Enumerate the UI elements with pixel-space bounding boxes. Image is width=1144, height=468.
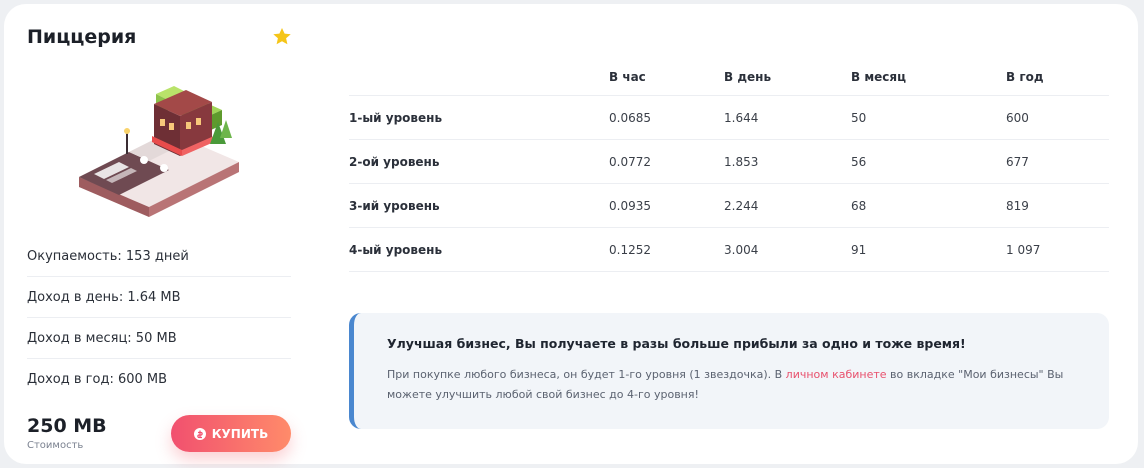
cell-month: 50 [851, 110, 867, 125]
table-row: 2-ой уровень 0.0772 1.853 56 677 [349, 140, 1109, 184]
cell-month: 56 [851, 154, 867, 169]
upgrade-info-box: Улучшая бизнес, Вы получаете в разы боль… [349, 313, 1109, 429]
cell-month: 68 [851, 198, 867, 213]
business-card: Пиццерия Окупаемость: 153 дней Доход в д… [4, 4, 1138, 464]
info-text: При покупке любого бизнеса, он будет 1-г… [387, 365, 1079, 405]
header-day: В день [724, 70, 772, 84]
business-title: Пиццерия [27, 26, 137, 48]
cell-year: 600 [1006, 110, 1029, 125]
table-row: 1-ый уровень 0.0685 1.644 50 600 [349, 96, 1109, 140]
stat-income-year: Доход в год: 600 MB [27, 372, 168, 387]
table-row: 3-ий уровень 0.0935 2.244 68 819 [349, 184, 1109, 228]
cell-level: 4-ый уровень [349, 242, 443, 257]
cell-year: 677 [1006, 154, 1029, 169]
cell-day: 3.004 [724, 242, 759, 257]
personal-account-link[interactable]: личном кабинете [786, 368, 887, 381]
stats-list: Окупаемость: 153 дней Доход в день: 1.64… [27, 236, 291, 400]
header-year: В год [1006, 70, 1044, 84]
star-icon[interactable] [272, 27, 292, 46]
cell-level: 3-ий уровень [349, 198, 440, 213]
cell-day: 2.244 [724, 198, 759, 213]
cell-year: 819 [1006, 198, 1029, 213]
cell-year: 1 097 [1006, 242, 1041, 257]
cell-level: 1-ый уровень [349, 110, 443, 125]
cell-hour: 0.0935 [609, 198, 651, 213]
cell-hour: 0.1252 [609, 242, 651, 257]
header-month: В месяц [851, 70, 906, 84]
stat-income-month: Доход в месяц: 50 MB [27, 318, 291, 359]
cell-hour: 0.0685 [609, 110, 651, 125]
cell-hour: 0.0772 [609, 154, 651, 169]
income-table: В час В день В месяц В год 1-ый уровень … [349, 59, 1109, 272]
buy-button[interactable]: КУПИТЬ [171, 415, 291, 452]
cell-day: 1.644 [724, 110, 759, 125]
header-hour: В час [609, 70, 646, 84]
table-header: В час В день В месяц В год [349, 59, 1109, 96]
buy-button-label: КУПИТЬ [211, 426, 269, 441]
cell-day: 1.853 [724, 154, 759, 169]
info-text-before: При покупке любого бизнеса, он будет 1-г… [387, 368, 786, 381]
coin-icon [193, 427, 206, 440]
price-value: 250 MB [27, 415, 107, 437]
stat-payback: Окупаемость: 153 дней [27, 236, 291, 277]
info-title: Улучшая бизнес, Вы получаете в разы боль… [387, 336, 966, 351]
stat-income-day: Доход в день: 1.64 MB [27, 277, 291, 318]
table-row: 4-ый уровень 0.1252 3.004 91 1 097 [349, 228, 1109, 272]
cell-month: 91 [851, 242, 867, 257]
price-label: Стоимость [27, 440, 84, 451]
pizzeria-building-illustration [79, 86, 239, 217]
cell-level: 2-ой уровень [349, 154, 440, 169]
